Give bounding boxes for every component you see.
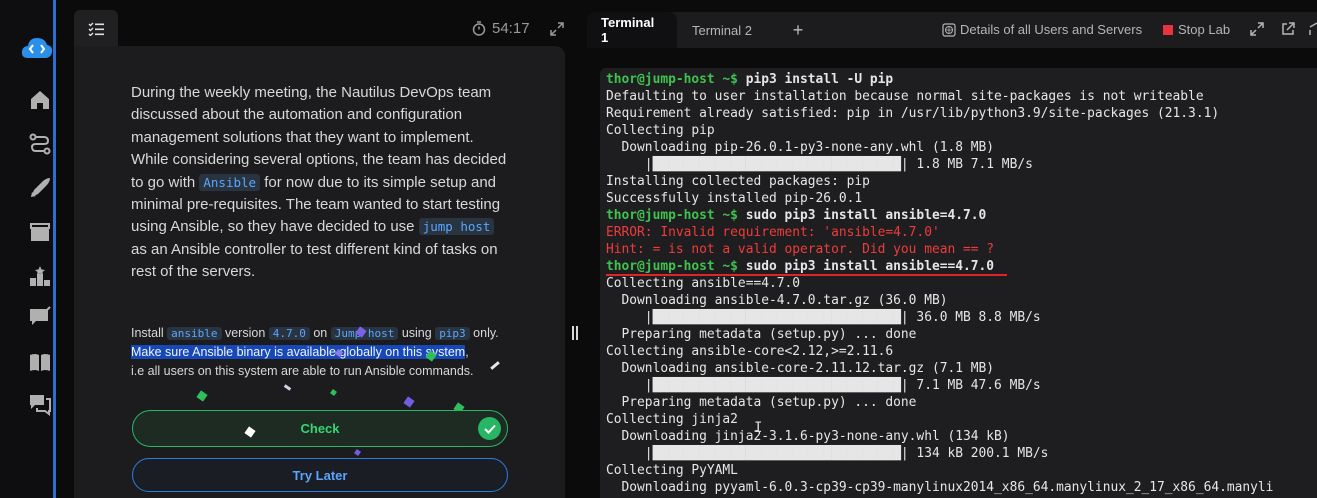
open-external-icon[interactable] (1281, 22, 1295, 41)
highlighted-selection: Make sure Ansible binary is available gl… (131, 345, 466, 360)
terminal-line: thor@jump-host ~$ pip3 install -U pip (606, 71, 1317, 88)
rocket-icon[interactable] (28, 176, 52, 200)
notes-edit-icon[interactable] (28, 306, 52, 330)
instr-text: version (221, 326, 269, 340)
route-icon[interactable] (28, 132, 52, 156)
code-ansible-pkg: ansible (167, 327, 222, 340)
terminal-line: Installing collected packages: pip (606, 174, 870, 189)
terminal-line: |████████████████████████████████| 36.0 … (606, 310, 1041, 325)
terminal-line: |████████████████████████████████| 1.8 M… (606, 157, 1033, 172)
try-later-button[interactable]: Try Later (132, 458, 508, 492)
tab-terminal-2[interactable]: Terminal 2 (678, 12, 766, 48)
terminal-line: Preparing metadata (setup.py) ... done (606, 327, 917, 342)
terminal-line: thor@jump-host ~$ sudo pip3 install ansi… (606, 258, 1317, 275)
fullscreen-icon[interactable] (1250, 22, 1264, 41)
stop-lab-button[interactable]: Stop Lab (1163, 22, 1230, 37)
cloud-code-logo-icon[interactable] (20, 34, 54, 62)
task-instructions: Install ansible version 4.7.0 on Jump ho… (131, 324, 531, 380)
terminal-line: Collecting ansible-core<2.12,>=2.11.6 (606, 344, 894, 359)
add-terminal-button[interactable]: + (783, 12, 813, 48)
details-users-servers-link[interactable]: Details of all Users and Servers (942, 22, 1142, 37)
confetti-piece (196, 390, 208, 402)
task-panel: During the weekly meeting, the Nautilus … (74, 46, 565, 498)
terminal-line: Defaulting to user installation because … (606, 89, 1204, 104)
task-list-tab[interactable] (74, 10, 118, 48)
terminal-tab-bar: Terminal 1 Terminal 2 + Details of all U… (587, 12, 1317, 48)
try-later-label: Try Later (292, 467, 348, 483)
terminal-line: Downloading jinja2-3.1.6-py3-none-any.wh… (606, 429, 1010, 444)
code-jump-host: jump host (418, 218, 495, 236)
confetti-piece (354, 449, 361, 456)
expand-right-icon[interactable] (1309, 22, 1317, 41)
stop-lab-label: Stop Lab (1178, 22, 1231, 37)
terminal-error-line: Hint: = is not a valid operator. Did you… (606, 242, 995, 257)
shell-command: pip3 install -U pip (737, 72, 894, 87)
terminal-line: |████████████████████████████████| 7.1 M… (606, 378, 1041, 393)
shell-prompt: thor@jump-host ~$ (606, 259, 738, 274)
chat-icon[interactable] (28, 392, 52, 416)
terminal-line: Downloading pyyaml-6.0.3-cp39-cp39-manyl… (606, 480, 1274, 495)
instr-text: , (465, 345, 469, 360)
task-description: During the weekly meeting, the Nautilus … (131, 82, 511, 284)
terminal-line: Collecting jinja2 (606, 412, 738, 427)
code-ansible: Ansible (199, 173, 261, 191)
terminal-line: |████████████████████████████████| 134 k… (606, 446, 1049, 461)
instr-text: i.e all users on this system are able to… (131, 363, 474, 378)
tab-terminal-2-label: Terminal 2 (692, 22, 752, 38)
instr-text: Install (131, 326, 168, 340)
sidebar (0, 0, 56, 498)
timer: 54:17 (472, 20, 530, 37)
stopwatch-icon (472, 21, 486, 36)
check-button-label: Check (300, 421, 340, 436)
leaderboard-icon[interactable] (28, 264, 52, 288)
task-panel-header: 54:17 (74, 10, 565, 48)
shell-prompt: thor@jump-host ~$ (606, 208, 738, 223)
checkmark-icon (478, 417, 501, 440)
plus-icon: + (792, 19, 804, 40)
terminal-error-line: ERROR: Invalid requirement: 'ansible=4.7… (606, 225, 940, 240)
home-icon[interactable] (28, 88, 52, 112)
stop-icon (1163, 24, 1173, 35)
red-underline-annotation (606, 274, 1007, 276)
terminal-line: Downloading ansible-core-2.11.12.tar.gz … (606, 361, 995, 376)
instr-text: only. (469, 326, 499, 340)
code-pip3: pip3 (435, 327, 470, 340)
shell-command: sudo pip3 install ansible=4.7.0 (737, 208, 987, 223)
clapperboard-icon[interactable] (28, 220, 52, 244)
task-list-icon (88, 22, 104, 36)
details-label: Details of all Users and Servers (960, 22, 1143, 37)
terminal-line: Requirement already satisfied: pip in /u… (606, 106, 1220, 121)
expand-icon[interactable] (550, 22, 564, 41)
confetti-piece (283, 384, 292, 391)
terminal-output[interactable]: thor@jump-host ~$ pip3 install -U pip De… (600, 68, 1317, 498)
tab-terminal-1-label: Terminal 1 (601, 15, 655, 45)
shell-command: sudo pip3 install ansible==4.7.0 (737, 259, 995, 274)
globe-icon (942, 22, 956, 37)
terminal-line: Downloading ansible-4.7.0.tar.gz (36.0 M… (606, 293, 948, 308)
terminal-line: Successfully installed pip-26.0.1 (606, 191, 863, 206)
confetti-piece (330, 389, 337, 396)
app-window: 54:17 During the weekly meeting, the Nau… (0, 0, 1317, 498)
terminal-line: Collecting ansible==4.7.0 (606, 276, 801, 291)
terminal-line: Preparing metadata (setup.py) ... done (606, 395, 917, 410)
shell-prompt: thor@jump-host ~$ (606, 72, 738, 87)
text-cursor-icon: I (754, 420, 763, 436)
description-text: as an Ansible controller to test differe… (131, 240, 498, 281)
panel-resize-handle[interactable] (572, 326, 578, 340)
timer-value: 54:17 (492, 20, 530, 37)
code-version: 4.7.0 (268, 327, 310, 340)
check-button[interactable]: Check (132, 410, 508, 447)
terminal-line: thor@jump-host ~$ sudo pip3 install ansi… (606, 207, 1317, 224)
tab-terminal-1[interactable]: Terminal 1 (587, 12, 677, 48)
instr-text: on (309, 326, 331, 340)
book-icon[interactable] (28, 350, 52, 374)
confetti-piece (403, 396, 415, 408)
instr-text: using (398, 326, 436, 340)
terminal-line: Collecting pip (606, 123, 715, 138)
terminal-line: Downloading pip-26.0.1-py3-none-any.whl … (606, 140, 995, 155)
terminal-line: Collecting PyYAML (606, 463, 738, 478)
